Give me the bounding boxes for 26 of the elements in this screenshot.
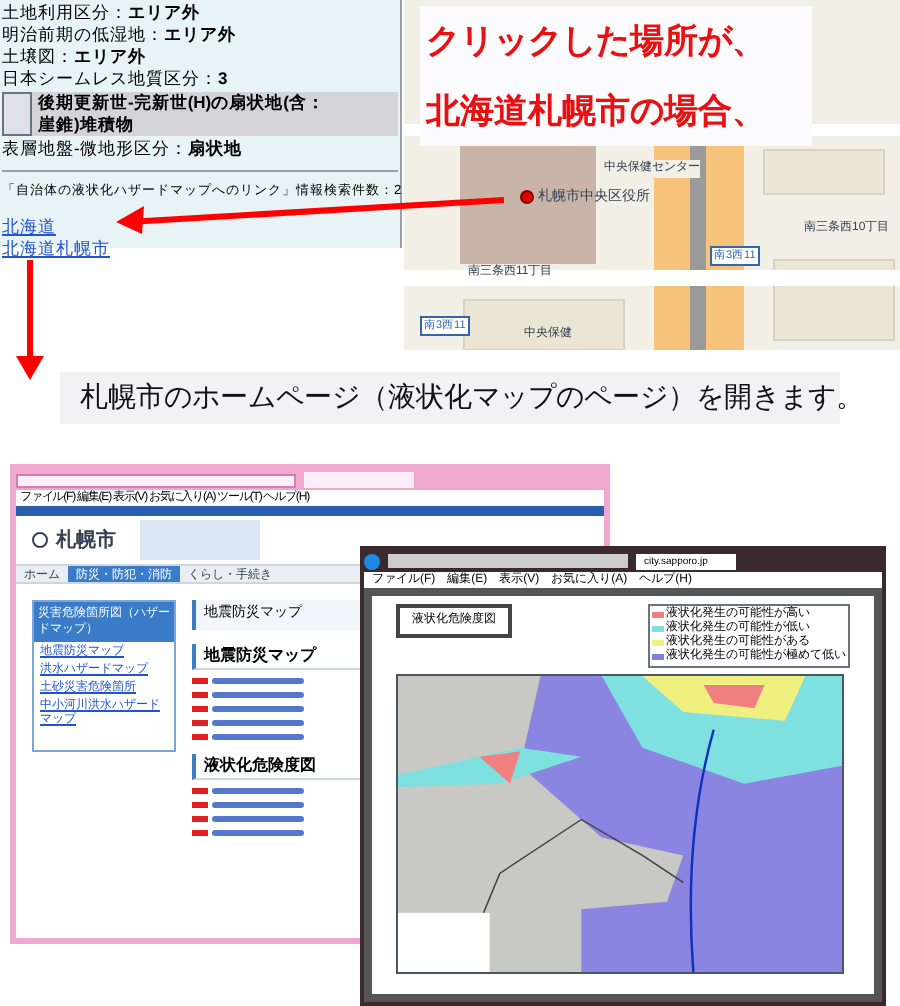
down-arrow xyxy=(16,260,44,384)
blurred-text xyxy=(212,829,304,835)
callout-text: 北海道札幌市の場合、 xyxy=(426,91,768,131)
legend-swatch-icon xyxy=(2,92,32,136)
region-link[interactable]: 北海道札幌市 xyxy=(2,238,110,260)
blurred-text xyxy=(212,705,304,711)
info-row-text: 明治前期の低湿地：エリア外 xyxy=(2,24,238,46)
site-logo: 札幌市 xyxy=(56,526,116,555)
info-row-text: 土地利用区分：エリア外 xyxy=(2,2,202,24)
city-emblem-icon xyxy=(32,532,48,548)
caption-text: 札幌市のホームページ（液状化マップのページ）を開きます。 xyxy=(80,379,864,417)
blurred-text xyxy=(212,691,304,697)
back-icon[interactable] xyxy=(364,553,380,569)
info-row-text: 土壌図：エリア外 xyxy=(2,46,148,68)
blurred-text xyxy=(212,787,304,793)
blurred-text xyxy=(212,801,304,807)
blurred-text xyxy=(212,677,304,683)
banner-photo-placeholder xyxy=(140,520,260,560)
legend-text: 後期更新世-完新世(H)の扇状地(含：崖錐)堆積物 xyxy=(38,92,327,136)
blurred-text xyxy=(212,815,304,821)
info-row-text: 表層地盤-微地形区分：扇状地 xyxy=(2,138,244,160)
info-row-text: 日本シームレス地質区分：3 xyxy=(2,68,230,90)
region-link[interactable]: 北海道 xyxy=(2,216,56,238)
blurred-text xyxy=(212,719,304,725)
callout-text: クリックした場所が、 xyxy=(426,21,768,61)
blurred-text xyxy=(212,733,304,739)
